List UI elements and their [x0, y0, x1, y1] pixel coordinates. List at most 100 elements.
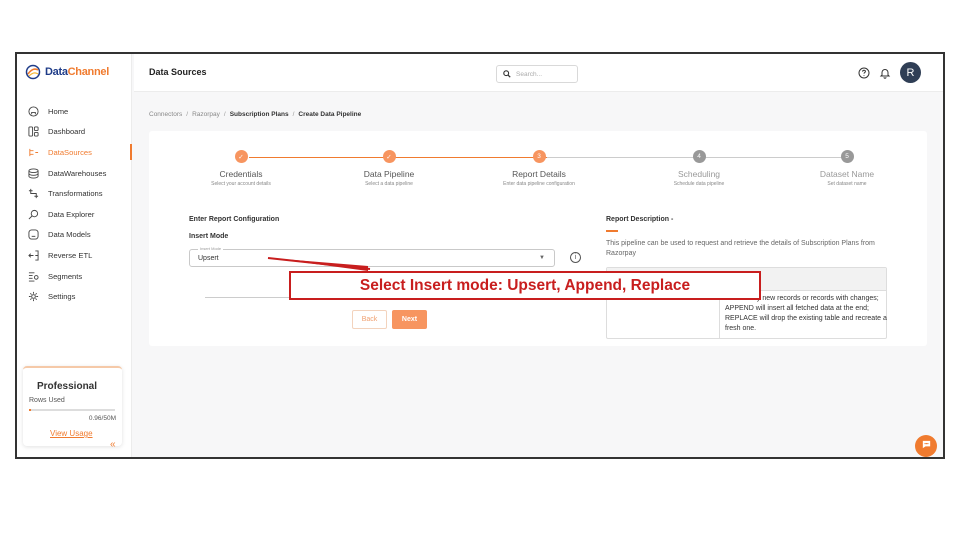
usage-value: 0.96/50M [88, 415, 116, 422]
logo-text-prefix: Data [45, 66, 68, 78]
breadcrumb-separator: / [223, 111, 226, 118]
sidebar-item-data-models[interactable]: Data Models [17, 225, 132, 246]
chat-icon [921, 437, 932, 455]
rows-used-label: Rows Used [29, 397, 65, 404]
step-title: Scheduling [677, 169, 721, 179]
search-icon [503, 65, 511, 83]
sidebar-item-label: Data Models [48, 230, 91, 240]
breadcrumb-item-razorpay[interactable]: Razorpay [192, 111, 220, 118]
search-input[interactable] [516, 70, 576, 78]
sidebar-item-label: DataSources [48, 147, 92, 157]
sidebar-item-label: Transformations [48, 189, 103, 199]
insert-mode-select[interactable]: Insert Mode Upsert ▼ [189, 246, 555, 267]
step-report-details[interactable]: 3 Report Details Enter data pipeline con… [474, 150, 604, 187]
database-icon [27, 167, 39, 179]
step-subtitle: Select a data pipeline [365, 181, 413, 187]
reverse-etl-icon [27, 249, 39, 261]
back-button[interactable]: Back [352, 310, 387, 329]
step-number: 4 [692, 150, 706, 163]
collapse-sidebar-button[interactable]: « [110, 439, 116, 450]
sidebar-item-datasources[interactable]: DataSources [17, 142, 132, 163]
step-title: Dataset Name [819, 169, 875, 179]
step-subtitle: Enter data pipeline configuration [503, 181, 575, 187]
chat-support-button[interactable] [915, 435, 937, 457]
usage-progress-bar [29, 409, 115, 411]
notification-bell-icon[interactable] [879, 67, 891, 79]
breadcrumb-item-current: Create Data Pipeline [298, 111, 362, 118]
step-number: 5 [840, 150, 854, 163]
search-box[interactable] [496, 65, 578, 83]
sidebar-item-label: Dashboard [48, 127, 86, 137]
view-usage-link[interactable]: View Usage [50, 429, 93, 438]
step-credentials[interactable]: ✓ Credentials Select your account detail… [176, 150, 306, 187]
usage-progress-fill [29, 409, 31, 411]
report-description-text: This pipeline can be used to request and… [606, 240, 875, 257]
step-check-icon: ✓ [234, 150, 248, 163]
sidebar-item-datawarehouses[interactable]: DataWarehouses [17, 163, 132, 184]
breadcrumb: Connectors / Razorpay / Subscription Pla… [149, 111, 361, 118]
sidebar-item-reverse-etl[interactable]: Reverse ETL [17, 245, 132, 266]
step-subtitle: Schedule data pipeline [673, 181, 725, 187]
step-subtitle: Select your account details [211, 181, 271, 187]
annotation-callout: Select Insert mode: Upsert, Append, Repl… [289, 271, 761, 300]
segments-icon [27, 270, 39, 282]
logo[interactable]: DataChannel [25, 64, 109, 80]
header-actions: R [858, 62, 921, 83]
info-icon[interactable]: i [570, 252, 581, 263]
config-section-title: Enter Report Configuration [189, 216, 280, 223]
page-title: Data Sources [149, 67, 207, 77]
step-title: Report Details [512, 169, 566, 179]
sidebar-item-label: Settings [48, 292, 76, 302]
sidebar-item-label: Home [48, 106, 69, 116]
sidebar-item-label: Data Explorer [48, 209, 95, 219]
datasources-icon [27, 146, 39, 158]
dashboard-icon [27, 126, 39, 138]
top-header: Data Sources R [134, 54, 943, 92]
datachannel-logo-icon [25, 64, 41, 80]
sidebar-item-settings[interactable]: Settings [17, 286, 132, 307]
logo-text: DataChannel [45, 66, 109, 78]
pipeline-wizard-card: ✓ Credentials Select your account detail… [149, 131, 927, 346]
step-title: Data Pipeline [363, 169, 415, 179]
sidebar-nav: Home Dashboard DataSources DataWarehouse… [17, 101, 132, 307]
models-icon [27, 229, 39, 241]
sidebar-item-segments[interactable]: Segments [17, 266, 132, 287]
sidebar-item-data-explorer[interactable]: Data Explorer [17, 204, 132, 225]
breadcrumb-item-subscription-plans[interactable]: Subscription Plans [230, 111, 289, 118]
user-avatar[interactable]: R [900, 62, 921, 83]
sidebar-item-label: DataWarehouses [48, 168, 107, 178]
breadcrumb-item-connectors[interactable]: Connectors [149, 111, 182, 118]
insert-mode-help-text: l insert only new records or records wit… [725, 295, 887, 332]
sidebar-item-home[interactable]: Home [17, 101, 132, 122]
explorer-icon [27, 208, 39, 220]
breadcrumb-separator: / [292, 111, 295, 118]
insert-mode-value: Upsert [198, 255, 219, 262]
next-button[interactable]: Next [392, 310, 427, 329]
step-title: Credentials [219, 169, 263, 179]
report-description-title: Report Description - [606, 216, 674, 223]
step-check-icon: ✓ [382, 150, 396, 163]
step-data-pipeline[interactable]: ✓ Data Pipeline Select a data pipeline [324, 150, 454, 187]
insert-mode-label: Insert Mode [189, 233, 229, 240]
breadcrumb-separator: / [186, 111, 189, 118]
plan-card: Professional Rows Used 0.96/50M View Usa… [23, 366, 122, 446]
select-floating-label: Insert Mode [198, 246, 224, 251]
sidebar-item-label: Reverse ETL [48, 250, 93, 260]
step-dataset-name[interactable]: 5 Dataset Name Set dataset name [782, 150, 912, 187]
step-scheduling[interactable]: 4 Scheduling Schedule data pipeline [634, 150, 764, 187]
annotation-text: Select Insert mode: Upsert, Append, Repl… [359, 276, 691, 294]
help-icon[interactable] [858, 67, 870, 79]
app-window: DataChannel Home Dashboard DataSources D… [15, 52, 945, 459]
transform-icon [27, 188, 39, 200]
step-number: 3 [532, 150, 546, 163]
sidebar-item-dashboard[interactable]: Dashboard [17, 122, 132, 143]
logo-text-suffix: Channel [67, 66, 110, 78]
step-subtitle: Set dataset name [827, 181, 867, 187]
home-icon [27, 105, 39, 117]
sidebar: DataChannel Home Dashboard DataSources D… [17, 54, 132, 457]
title-underline [606, 230, 618, 232]
sidebar-item-label: Segments [48, 271, 83, 281]
sidebar-item-transformations[interactable]: Transformations [17, 183, 132, 204]
chevron-down-icon: ▼ [539, 255, 545, 261]
settings-icon [27, 291, 39, 303]
